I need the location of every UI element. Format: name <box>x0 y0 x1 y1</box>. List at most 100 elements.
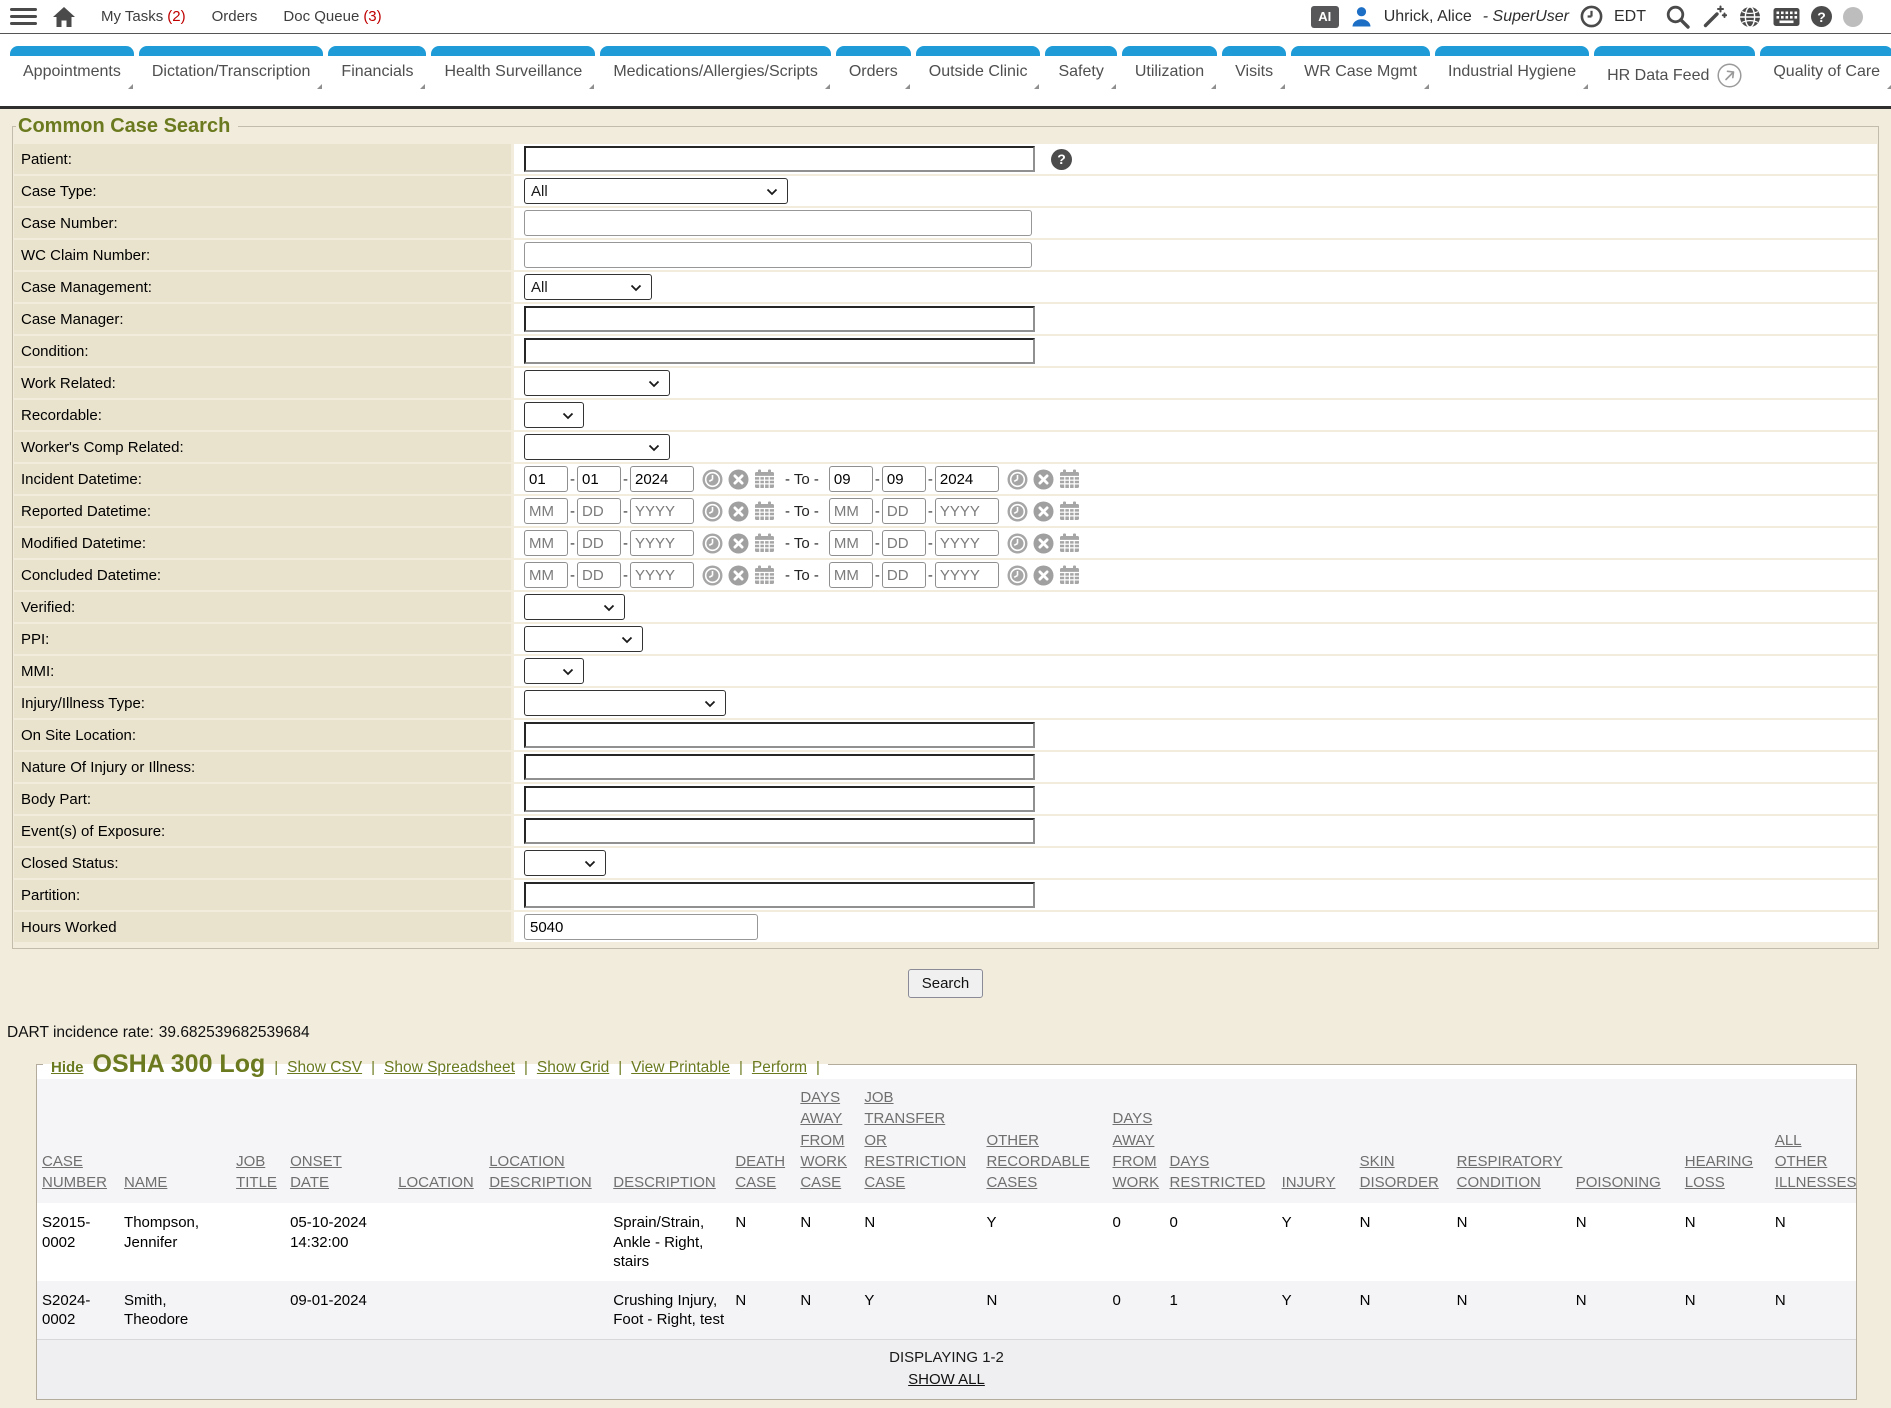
globe-icon[interactable] <box>1738 5 1762 29</box>
column-sort-link[interactable]: LOCATION DESCRIPTION <box>489 1151 592 1194</box>
tab-health-surveillance[interactable]: Health Surveillance <box>431 46 595 89</box>
incident-datetime-from-yyyy-input[interactable] <box>630 466 694 492</box>
column-sort-link[interactable]: SKIN DISORDER <box>1360 1151 1439 1194</box>
hide-link[interactable]: Hide <box>51 1059 84 1076</box>
concluded-datetime-from-dd-input[interactable] <box>577 562 621 588</box>
modified-datetime-from-yyyy-input[interactable] <box>630 530 694 556</box>
tab-hr-data-feed[interactable]: HR Data Feed <box>1594 46 1755 89</box>
clock-icon[interactable] <box>1007 533 1028 554</box>
column-sort-link[interactable]: DEATH CASE <box>735 1151 785 1194</box>
case-management-select[interactable]: All <box>524 274 652 300</box>
reported-datetime-to-mm-input[interactable] <box>829 498 873 524</box>
calendar-icon[interactable] <box>1059 469 1080 489</box>
worker-s-comp-related-select[interactable] <box>524 434 670 460</box>
closed-status-select[interactable] <box>524 850 606 876</box>
hamburger-menu-icon[interactable] <box>10 4 37 29</box>
calendar-icon[interactable] <box>1059 501 1080 521</box>
reported-datetime-to-yyyy-input[interactable] <box>935 498 999 524</box>
clear-icon[interactable] <box>1033 533 1054 554</box>
field-help-icon[interactable]: ? <box>1051 149 1072 170</box>
column-sort-link[interactable]: INJURY <box>1282 1172 1336 1193</box>
column-sort-link[interactable]: ALL OTHER ILLNESSES <box>1775 1130 1857 1194</box>
column-sort-link[interactable]: LOCATION <box>398 1172 474 1193</box>
body-part-input[interactable] <box>524 786 1035 812</box>
column-sort-link[interactable]: JOB TRANSFER OR RESTRICTION CASE <box>864 1087 966 1193</box>
clock-icon[interactable] <box>702 533 723 554</box>
column-sort-link[interactable]: DAYS AWAY FROM WORK CASE <box>800 1087 847 1193</box>
keyboard-icon[interactable] <box>1773 7 1800 27</box>
column-sort-link[interactable]: DAYS AWAY FROM WORK <box>1113 1108 1160 1193</box>
incident-datetime-to-dd-input[interactable] <box>882 466 926 492</box>
show-csv-link[interactable]: Show CSV <box>287 1059 362 1077</box>
user-icon[interactable] <box>1350 5 1373 28</box>
column-sort-link[interactable]: NAME <box>124 1172 167 1193</box>
tab-medications-allergies-scripts[interactable]: Medications/Allergies/Scripts <box>600 46 831 89</box>
clock-icon[interactable] <box>1007 501 1028 522</box>
search-button[interactable]: Search <box>908 969 984 998</box>
concluded-datetime-to-yyyy-input[interactable] <box>935 562 999 588</box>
concluded-datetime-to-mm-input[interactable] <box>829 562 873 588</box>
concluded-datetime-from-yyyy-input[interactable] <box>630 562 694 588</box>
clear-icon[interactable] <box>728 565 749 586</box>
event-s-of-exposure-input[interactable] <box>524 818 1035 844</box>
wc-claim-number-input[interactable] <box>524 242 1032 268</box>
column-sort-link[interactable]: CASE NUMBER <box>42 1151 107 1194</box>
tab-safety[interactable]: Safety <box>1045 46 1116 89</box>
injury-illness-type-select[interactable] <box>524 690 726 716</box>
modified-datetime-from-dd-input[interactable] <box>577 530 621 556</box>
reported-datetime-from-yyyy-input[interactable] <box>630 498 694 524</box>
clear-icon[interactable] <box>1033 565 1054 586</box>
clock-icon[interactable] <box>702 565 723 586</box>
modified-datetime-from-mm-input[interactable] <box>524 530 568 556</box>
column-sort-link[interactable]: RESPIRATORY CONDITION <box>1457 1151 1563 1194</box>
clear-icon[interactable] <box>728 501 749 522</box>
wand-icon[interactable] <box>1702 4 1727 29</box>
tab-utilization[interactable]: Utilization <box>1122 46 1217 89</box>
show-spreadsheet-link[interactable]: Show Spreadsheet <box>384 1059 515 1077</box>
patient-input[interactable] <box>524 146 1035 172</box>
calendar-icon[interactable] <box>1059 533 1080 553</box>
tab-industrial-hygiene[interactable]: Industrial Hygiene <box>1435 46 1589 89</box>
tab-visits[interactable]: Visits <box>1222 46 1286 89</box>
case-type-select[interactable]: All <box>524 178 788 204</box>
partition-input[interactable] <box>524 882 1035 908</box>
column-sort-link[interactable]: ONSET DATE <box>290 1151 342 1194</box>
calendar-icon[interactable] <box>754 501 775 521</box>
clear-icon[interactable] <box>1033 469 1054 490</box>
calendar-icon[interactable] <box>754 533 775 553</box>
ai-badge[interactable]: AI <box>1311 6 1339 28</box>
verified-select[interactable] <box>524 594 625 620</box>
modified-datetime-to-yyyy-input[interactable] <box>935 530 999 556</box>
clear-icon[interactable] <box>728 469 749 490</box>
tab-outside-clinic[interactable]: Outside Clinic <box>916 46 1041 89</box>
incident-datetime-from-mm-input[interactable] <box>524 466 568 492</box>
view-printable-link[interactable]: View Printable <box>631 1059 730 1077</box>
tab-wr-case-mgmt[interactable]: WR Case Mgmt <box>1291 46 1430 89</box>
ppi-select[interactable] <box>524 626 643 652</box>
nature-of-injury-or-illness-input[interactable] <box>524 754 1035 780</box>
clock-icon[interactable] <box>1007 469 1028 490</box>
column-sort-link[interactable]: JOB TITLE <box>236 1151 277 1194</box>
tab-appointments[interactable]: Appointments <box>10 46 134 89</box>
home-icon[interactable] <box>51 5 77 29</box>
tab-dictation-transcription[interactable]: Dictation/Transcription <box>139 46 324 89</box>
reported-datetime-from-mm-input[interactable] <box>524 498 568 524</box>
tab-financials[interactable]: Financials <box>328 46 426 89</box>
concluded-datetime-to-dd-input[interactable] <box>882 562 926 588</box>
on-site-location-input[interactable] <box>524 722 1035 748</box>
perform-link[interactable]: Perform <box>752 1059 807 1077</box>
work-related-select[interactable] <box>524 370 670 396</box>
tab-quality-of-care[interactable]: Quality of Care <box>1760 46 1891 89</box>
show-grid-link[interactable]: Show Grid <box>537 1059 609 1077</box>
show-all-link[interactable]: SHOW ALL <box>908 1370 985 1389</box>
calendar-icon[interactable] <box>1059 565 1080 585</box>
concluded-datetime-from-mm-input[interactable] <box>524 562 568 588</box>
clock-icon[interactable] <box>1007 565 1028 586</box>
menu-item-doc-queue[interactable]: Doc Queue(3) <box>283 8 381 25</box>
modified-datetime-to-dd-input[interactable] <box>882 530 926 556</box>
calendar-icon[interactable] <box>754 565 775 585</box>
column-sort-link[interactable]: DAYS RESTRICTED <box>1170 1151 1266 1194</box>
case-number-input[interactable] <box>524 210 1032 236</box>
menu-item-my-tasks[interactable]: My Tasks(2) <box>101 8 186 25</box>
recordable-select[interactable] <box>524 402 584 428</box>
